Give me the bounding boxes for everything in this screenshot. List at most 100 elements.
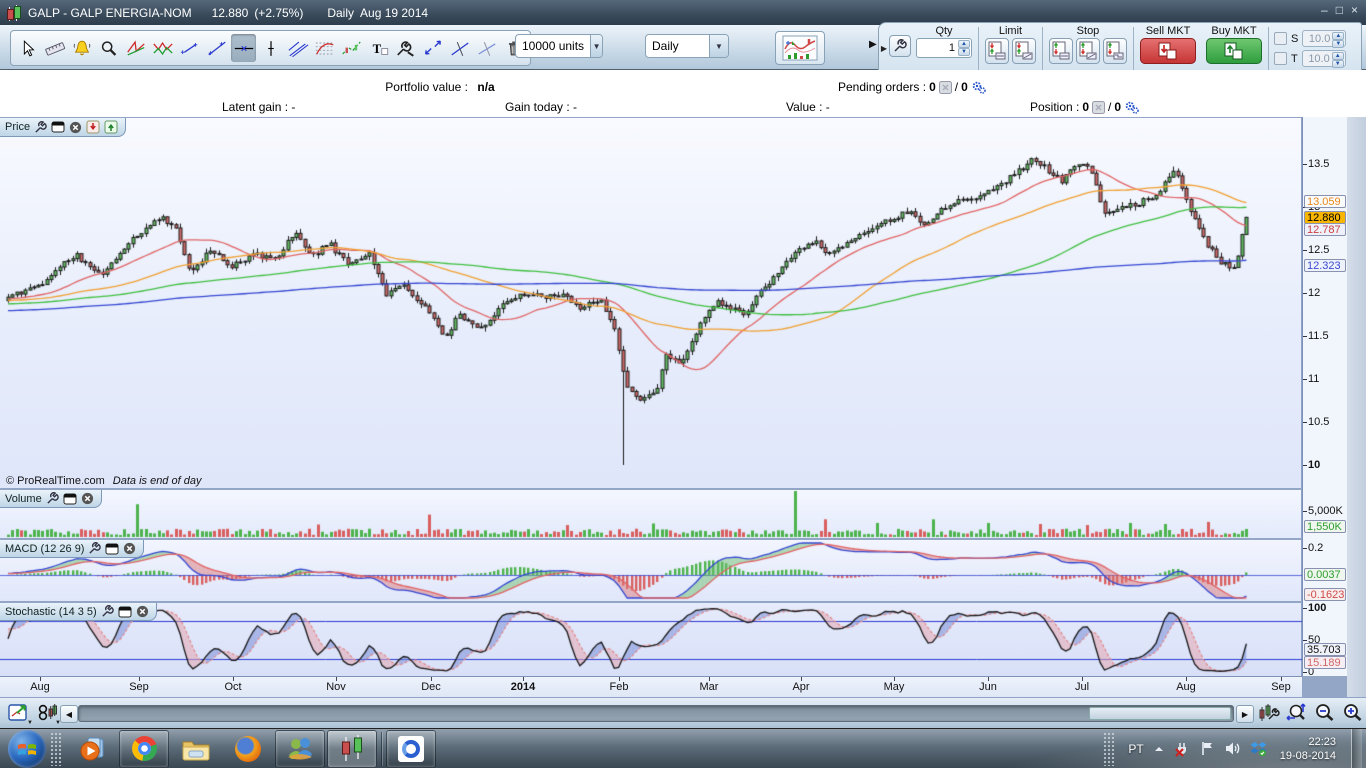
panel-window-icon[interactable] [105, 543, 119, 555]
panel-collapse-arrow[interactable]: ▶ [879, 23, 889, 74]
month-label: Feb [599, 681, 639, 693]
segment-tool[interactable] [177, 34, 202, 62]
close-panel-icon[interactable] [69, 121, 82, 134]
dropbox-icon[interactable] [1250, 741, 1267, 757]
stop-checkbox[interactable] [1274, 32, 1287, 45]
close-button[interactable]: × [1351, 3, 1358, 17]
price-chart-canvas[interactable] [0, 118, 1302, 488]
chevron-down-icon[interactable]: ▼ [27, 720, 33, 726]
panel-window-icon[interactable] [51, 121, 65, 133]
price-axis[interactable]: 13.51312.51211.51110.51013.05912.78712.8… [1302, 117, 1348, 676]
trailing-checkbox[interactable] [1274, 52, 1287, 65]
macd-panel[interactable]: MACD (12 26 9) [0, 540, 1302, 601]
zoom-out-button[interactable] [1312, 701, 1338, 725]
limit-order-button-1[interactable] [985, 38, 1009, 64]
wrench-icon[interactable] [34, 121, 47, 134]
zoom-tool[interactable] [96, 34, 121, 62]
taskbar-firefox[interactable] [223, 730, 273, 768]
crossline-tool[interactable] [447, 34, 472, 62]
trendline-tool[interactable] [204, 34, 229, 62]
chart-type-button[interactable] [775, 31, 825, 65]
alert-tool[interactable] [69, 34, 94, 62]
wrench-icon[interactable] [101, 605, 114, 618]
quantity-stepper[interactable]: 1 ▲▼ [916, 38, 972, 58]
export-chart-button[interactable]: ▼ [6, 701, 32, 725]
sell-mkt-button[interactable] [1140, 38, 1196, 64]
taskbar-explorer[interactable] [171, 730, 221, 768]
zoom-in-button[interactable] [1340, 701, 1366, 725]
chart-settings-button[interactable] [1256, 701, 1282, 725]
volume-icon[interactable] [1224, 741, 1241, 756]
scroll-right-button[interactable]: ▶ [1236, 705, 1254, 723]
gears-icon[interactable] [1124, 100, 1139, 114]
start-button[interactable] [8, 730, 46, 768]
taskbar-messenger[interactable] [275, 730, 325, 768]
svg-text:T: T [372, 42, 381, 56]
zigzag-tool[interactable] [150, 34, 175, 62]
close-panel-icon[interactable] [81, 492, 94, 505]
ruler-tool[interactable] [42, 34, 67, 62]
power-plug-icon[interactable] [1174, 741, 1191, 757]
stop-order-button-3[interactable] [1103, 38, 1127, 64]
close-panel-icon[interactable] [136, 605, 149, 618]
order-list-icon[interactable] [939, 81, 952, 94]
macd-canvas[interactable] [0, 540, 1302, 601]
units-dropdown[interactable]: 10000 units ▼ [515, 34, 603, 58]
chart-objects-button[interactable]: ▼ [34, 701, 60, 725]
stop-order-button-2[interactable] [1076, 38, 1100, 64]
vertical-line-tool[interactable] [258, 34, 283, 62]
pattern-tool[interactable] [123, 34, 148, 62]
panel-window-icon[interactable] [63, 493, 77, 505]
restore-button[interactable]: □ [1336, 3, 1343, 17]
gears-icon[interactable] [971, 80, 986, 94]
pointer-tool[interactable] [15, 34, 40, 62]
price-panel[interactable]: Price © ProRealTime.comData is end of da… [0, 118, 1302, 488]
taskbar-chrome[interactable] [119, 730, 169, 768]
scale-arrows-tool[interactable] [420, 34, 445, 62]
show-hidden-icons-button[interactable] [1153, 744, 1165, 754]
taskbar-clock[interactable]: 22:23 19-08-2014 [1280, 735, 1336, 763]
crossline-alt-tool[interactable] [474, 34, 499, 62]
wrench-icon[interactable] [46, 492, 59, 505]
order-settings-button[interactable] [889, 35, 911, 57]
show-desktop-button[interactable] [1351, 729, 1362, 768]
stochastic-canvas[interactable] [0, 603, 1302, 676]
position-list-icon[interactable] [1092, 101, 1105, 114]
time-axis[interactable]: AugSepOctNovDec2014FebMarAprMayJunJulAug… [0, 676, 1303, 697]
toolbar-expand-arrow[interactable]: ▶ [869, 39, 877, 50]
ma20-value-box: 12.787 [1304, 223, 1346, 236]
stop-order-button-1[interactable] [1049, 38, 1073, 64]
channel-tool[interactable] [285, 34, 310, 62]
buy-shortcut-icon[interactable] [104, 120, 118, 134]
scroll-left-button[interactable]: ◀ [60, 705, 78, 723]
fibonacci-tool[interactable] [312, 34, 337, 62]
forecast-tool[interactable] [339, 34, 364, 62]
action-center-flag-icon[interactable] [1200, 741, 1215, 756]
taskbar-media-player[interactable] [67, 730, 117, 768]
buy-mkt-button[interactable] [1206, 38, 1262, 64]
stop-distance-field[interactable]: 10.0 ▲▼ [1302, 30, 1346, 47]
taskbar-prorealtime[interactable] [327, 730, 377, 768]
wrench-icon[interactable] [88, 542, 101, 555]
volume-panel[interactable]: Volume [0, 490, 1302, 538]
trailing-distance-field[interactable]: 10.0 ▲▼ [1302, 50, 1346, 67]
chevron-down-icon[interactable]: ▼ [709, 35, 728, 57]
minimize-button[interactable]: – [1321, 3, 1328, 17]
settings-tool[interactable] [393, 34, 418, 62]
volume-canvas[interactable] [0, 490, 1302, 538]
zoom-fit-button[interactable] [1284, 701, 1310, 725]
language-indicator[interactable]: PT [1128, 742, 1143, 756]
panel-window-icon[interactable] [118, 606, 132, 618]
stochastic-panel[interactable]: Stochastic (14 3 5) [0, 603, 1302, 676]
scrollbar-thumb[interactable] [1089, 707, 1231, 720]
taskbar-blue-app[interactable] [386, 730, 436, 768]
time-scrollbar[interactable] [78, 705, 1234, 722]
horizontal-line-tool[interactable] [231, 34, 256, 62]
chevron-down-icon[interactable]: ▼ [590, 35, 602, 57]
sell-shortcut-icon[interactable] [86, 120, 100, 134]
spinner-arrows[interactable]: ▲▼ [958, 40, 970, 56]
limit-order-button-2[interactable] [1012, 38, 1036, 64]
text-tool[interactable]: T [366, 34, 391, 62]
timeframe-dropdown[interactable]: Daily ▼ [645, 34, 729, 58]
close-panel-icon[interactable] [123, 542, 136, 555]
